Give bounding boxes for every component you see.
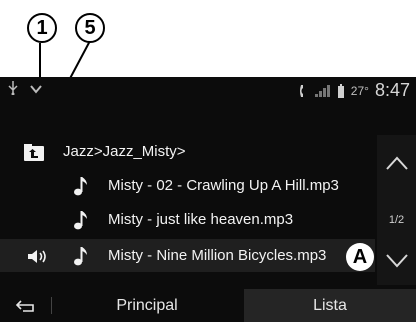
chevron-up-icon[interactable] [385,155,409,171]
list-item-now-playing[interactable]: Misty - Nine Million Bicycles.mp3 A [0,239,375,272]
track-name: Misty - just like heaven.mp3 [108,211,294,228]
signal-icon [314,84,330,97]
track-name: Misty - 02 - Crawling Up A Hill.mp3 [108,177,339,194]
battery-icon [337,83,344,98]
track-name: Misty - Nine Million Bicycles.mp3 [108,247,327,264]
page-indicator: 1/2 [388,214,405,226]
folder-path: Jazz>Jazz_Misty> [63,143,186,160]
volume-icon [28,250,46,263]
callout-1: 1 [27,13,57,43]
callout-5: 5 [75,13,105,43]
bottom-bar: Principal Lista [0,289,416,322]
phone-icon [299,84,303,97]
tab-lista-label: Lista [313,296,347,314]
usb-icon [8,81,18,96]
tab-principal[interactable]: Principal [52,289,242,322]
status-bar: 27° 8:47 [0,77,416,103]
back-button[interactable] [0,289,52,322]
music-note-icon [74,211,87,230]
marker-a-label: A [352,245,368,268]
status-left [6,81,42,98]
list-item-folder[interactable]: Jazz>Jazz_Misty> [0,135,375,168]
media-screen: 27° 8:47 Jazz>Jazz_Misty> Misty - 02 - C… [0,77,416,322]
callout-5-label: 5 [84,16,96,39]
marker-a: A [346,243,374,271]
folder-up-icon [24,144,44,161]
back-icon [15,299,34,312]
status-right: 27° 8:47 [299,80,410,101]
scroll-panel: 1/2 [377,135,416,285]
tab-principal-label: Principal [116,296,178,314]
music-note-icon [74,247,87,266]
chevron-down-icon[interactable] [30,83,42,95]
list-item[interactable]: Misty - 02 - Crawling Up A Hill.mp3 [0,169,375,202]
music-note-icon [74,177,87,196]
tab-lista[interactable]: Lista [244,289,416,322]
callout-1-label: 1 [36,16,48,39]
clock: 8:47 [374,80,410,100]
chevron-down-icon[interactable] [385,253,409,269]
temperature: 27° [350,83,369,98]
list-item[interactable]: Misty - just like heaven.mp3 [0,203,375,236]
